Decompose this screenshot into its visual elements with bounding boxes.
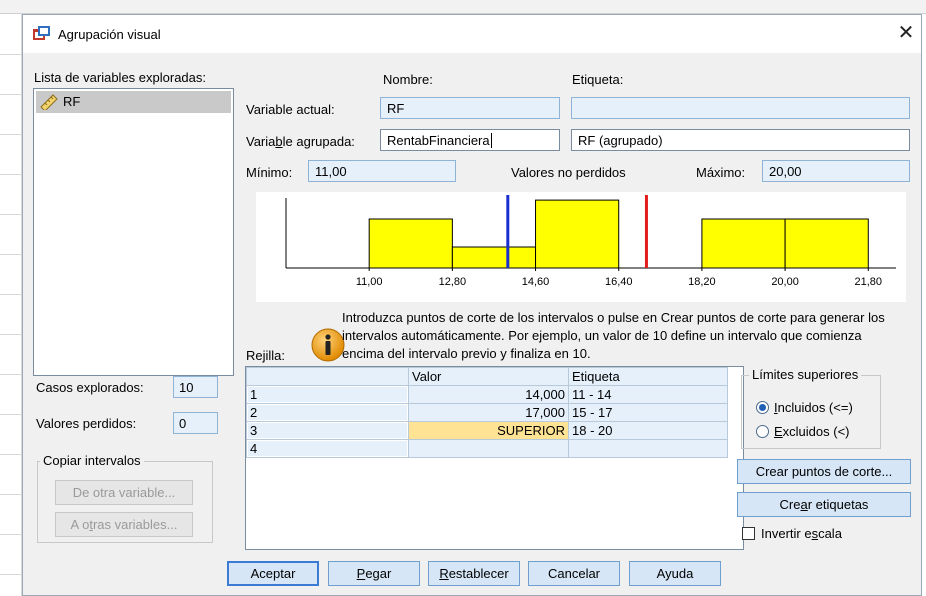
minimum-label: Mínimo: <box>246 165 293 180</box>
grid-header-row: Valor Etiqueta <box>246 367 728 386</box>
help-button[interactable]: Ayuda <box>629 561 721 586</box>
grouped-variable-label: Variable agrupada: <box>246 134 355 149</box>
cases-scanned-label: Casos explorados: <box>36 380 144 395</box>
table-row[interactable]: 3 SUPERIOR 18 - 20 <box>246 421 728 440</box>
row-number: 3 <box>246 421 409 440</box>
label-cell[interactable] <box>568 439 728 458</box>
grouped-variable-name-input[interactable]: RentabFinanciera <box>380 129 560 151</box>
variable-list-label: Lista de variables exploradas: <box>34 70 206 85</box>
x-tick-label: 18,20 <box>688 276 716 288</box>
grid-header-corner <box>246 367 409 386</box>
background-toolbar-strip <box>0 0 926 14</box>
x-tick-label: 12,80 <box>439 276 467 288</box>
row-number: 4 <box>246 439 409 458</box>
reverse-scale-checkbox[interactable] <box>742 527 755 540</box>
ok-button[interactable]: Aceptar <box>227 561 319 586</box>
variable-list-item[interactable]: RF <box>36 91 231 113</box>
label-cell[interactable]: 11 - 14 <box>568 385 728 404</box>
copy-to-other-button[interactable]: A otras variables... <box>55 512 193 537</box>
value-cell[interactable]: 14,000 <box>408 385 569 404</box>
excluded-radio[interactable] <box>756 425 769 438</box>
histogram-bar <box>535 199 620 269</box>
scale-ruler-icon <box>40 94 58 110</box>
label-cell[interactable]: 15 - 17 <box>568 403 728 422</box>
window-title: Agrupación visual <box>58 27 161 42</box>
missing-values-field: 0 <box>173 412 218 434</box>
grid-label: Rejilla: <box>246 348 286 363</box>
missing-values-label: Valores perdidos: <box>36 416 137 431</box>
value-cell[interactable]: SUPERIOR <box>408 421 569 440</box>
variable-name: RF <box>63 94 81 109</box>
make-cutpoints-button[interactable]: Crear puntos de corte... <box>737 459 911 484</box>
x-tick-label: 20,00 <box>771 276 799 288</box>
label-header: Etiqueta: <box>572 72 624 87</box>
histogram-bar <box>701 218 786 269</box>
minimum-field: 11,00 <box>308 160 456 182</box>
current-variable-label-field <box>571 97 910 119</box>
x-tick-label: 11,00 <box>356 276 383 288</box>
row-number: 1 <box>246 385 409 404</box>
histogram-bar <box>368 218 453 269</box>
current-variable-label: Variable actual: <box>246 102 335 117</box>
grid-table: Valor Etiqueta 1 14,000 11 - 14 2 17,000… <box>246 367 728 458</box>
copy-intervals-title: Copiar intervalos <box>40 453 144 468</box>
title-bar: Agrupación visual ✕ <box>23 15 921 53</box>
included-radio-label[interactable]: Incluidos (<=) <box>774 400 853 415</box>
visual-binning-dialog: Agrupación visual ✕ Lista de variables e… <box>22 14 922 596</box>
variable-list[interactable]: RF <box>33 88 234 376</box>
histogram-bar <box>451 246 537 269</box>
grid-header-value: Valor <box>408 367 569 386</box>
current-variable-name-field: RF <box>380 97 560 119</box>
upper-limits-title: Límites superiores <box>749 367 862 382</box>
maximum-label: Máximo: <box>696 165 746 180</box>
reverse-scale-label[interactable]: Invertir escala <box>761 526 842 541</box>
histogram-chart: 11,00 12,80 14,60 16,40 18,20 20,00 21,80 <box>285 195 896 288</box>
value-cell[interactable] <box>408 439 569 458</box>
background-row-gutter <box>0 14 22 596</box>
background-right-edge <box>922 14 926 596</box>
name-header: Nombre: <box>383 72 433 87</box>
reset-button[interactable]: Restablecer <box>428 561 520 586</box>
label-cell[interactable]: 18 - 20 <box>568 421 728 440</box>
paste-button[interactable]: Pegar <box>328 561 420 586</box>
x-tick-label: 21,80 <box>855 276 883 288</box>
nonmissing-values-label: Valores no perdidos <box>511 165 626 180</box>
cutpoints-grid[interactable]: Valor Etiqueta 1 14,000 11 - 14 2 17,000… <box>245 366 744 550</box>
table-row[interactable]: 1 14,000 11 - 14 <box>246 385 728 404</box>
table-row[interactable]: 2 17,000 15 - 17 <box>246 403 728 422</box>
close-icon[interactable]: ✕ <box>895 22 917 44</box>
histogram-bar <box>784 218 869 269</box>
grouped-variable-label-input[interactable]: RF (agrupado) <box>571 129 910 151</box>
grid-header-label: Etiqueta <box>568 367 728 386</box>
maximum-field: 20,00 <box>762 160 910 182</box>
excluded-radio-label[interactable]: Excluidos (<) <box>774 424 850 439</box>
make-labels-button[interactable]: Crear etiquetas <box>737 492 911 517</box>
copy-from-other-button[interactable]: De otra variable... <box>55 480 193 505</box>
x-tick-label: 14,60 <box>522 276 550 288</box>
x-tick-label: 16,40 <box>605 276 633 288</box>
cancel-button[interactable]: Cancelar <box>528 561 620 586</box>
row-number: 2 <box>246 403 409 422</box>
included-radio[interactable] <box>756 401 769 414</box>
app-icon <box>33 26 50 40</box>
cases-scanned-field: 10 <box>173 376 218 398</box>
info-text: Introduzca puntos de corte de los interv… <box>342 310 885 361</box>
table-row[interactable]: 4 <box>246 439 728 458</box>
histogram[interactable]: 11,00 12,80 14,60 16,40 18,20 20,00 21,80 <box>256 192 906 302</box>
info-icon <box>311 328 345 362</box>
value-cell[interactable]: 17,000 <box>408 403 569 422</box>
